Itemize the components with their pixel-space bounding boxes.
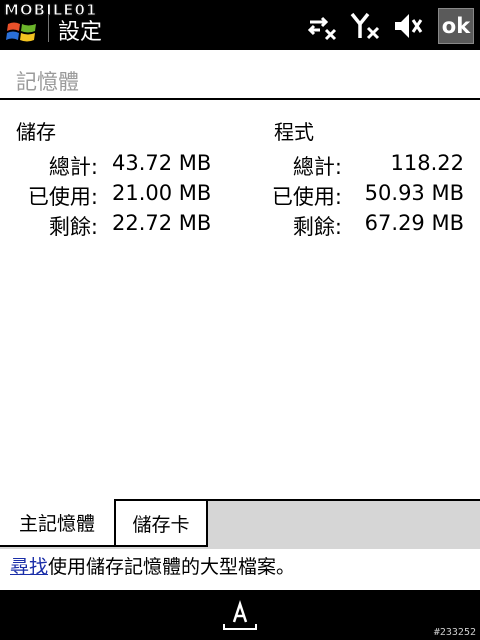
program-total-label: 總計: (292, 155, 342, 179)
program-free-value: 67.29 MB (364, 211, 464, 235)
find-link[interactable]: 尋找 (10, 556, 48, 578)
storage-total-label: 總計: (48, 155, 98, 179)
help-text: 使用儲存記憶體的大型檔案。 (48, 556, 296, 578)
help-line: 尋找使用儲存記憶體的大型檔案。 (10, 552, 295, 579)
storage-total-value: 43.72 MB (112, 151, 212, 175)
page-title: 記憶體 (16, 70, 79, 94)
tab-strip: 主記憶體 儲存卡 (0, 499, 480, 549)
program-free-label: 剩餘: (292, 215, 342, 239)
image-id: #233252 (433, 627, 476, 638)
menu-bar: #233252 (0, 590, 480, 640)
tab-storage-card[interactable]: 儲存卡 (114, 499, 208, 547)
storage-used-value: 21.00 MB (112, 181, 212, 205)
program-used-label: 已使用: (271, 185, 342, 209)
keyboard-sip-icon[interactable] (220, 598, 260, 632)
title-divider (0, 98, 480, 100)
storage-free-value: 22.72 MB (112, 211, 212, 235)
window-title: 設定 (58, 20, 103, 45)
program-total-value: 118.22 (390, 151, 464, 175)
signal-off-icon[interactable] (350, 10, 382, 42)
title-bar: MOBILE01 設定 ok (0, 0, 480, 50)
title-separator (48, 14, 49, 42)
storage-used-label: 已使用: (27, 185, 98, 209)
program-used-value: 50.93 MB (364, 181, 464, 205)
tab-main-memory[interactable]: 主記憶體 (0, 499, 116, 547)
connectivity-off-icon[interactable] (306, 10, 338, 42)
windows-start-icon[interactable] (6, 20, 38, 44)
volume-off-icon[interactable] (392, 10, 424, 42)
program-heading: 程式 (274, 120, 314, 144)
storage-free-label: 剩餘: (48, 215, 98, 239)
storage-heading: 儲存 (16, 120, 56, 144)
ok-button[interactable]: ok (438, 8, 474, 44)
